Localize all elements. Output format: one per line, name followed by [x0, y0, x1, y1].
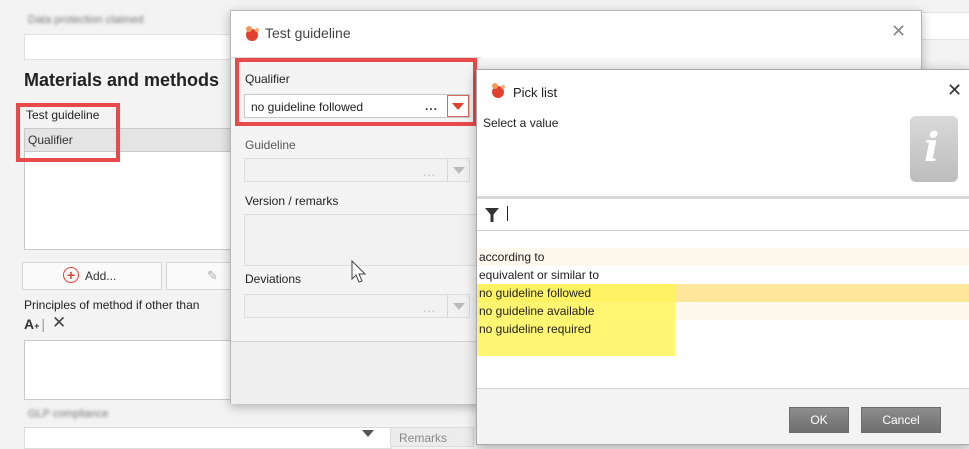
picklist-prompt: Select a value	[483, 116, 559, 130]
annotation-frame-table	[16, 103, 120, 162]
filter-input[interactable]	[507, 206, 947, 224]
app-logo-icon	[492, 83, 505, 98]
cancel-button[interactable]: Cancel	[861, 407, 941, 433]
text-caret	[507, 206, 508, 222]
principles-textarea[interactable]	[24, 340, 236, 400]
mouse-cursor-icon	[351, 260, 367, 283]
deviations-dropdown-button[interactable]	[447, 295, 469, 317]
add-button[interactable]: + Add...	[22, 262, 162, 290]
ok-button[interactable]: OK	[789, 407, 849, 433]
deviations-label: Deviations	[245, 272, 302, 286]
chevron-down-icon	[452, 302, 465, 310]
picklist-footer: OK Cancel	[477, 388, 969, 444]
text-format-icon[interactable]: A+ |	[24, 316, 47, 332]
picklist-title: Pick list	[513, 85, 558, 100]
principles-label: Principles of method if other than	[24, 298, 200, 312]
option-according-to[interactable]: according to	[479, 248, 544, 266]
add-button-label: Add...	[85, 269, 117, 283]
option-row-bg-0	[477, 248, 969, 266]
version-remarks-textarea[interactable]	[244, 214, 480, 266]
glp-label: GLP compliance	[28, 408, 109, 420]
dialog-titlebar: Test guideline ✕	[231, 11, 921, 57]
dialog-title: Test guideline	[265, 25, 351, 41]
option-no-guideline-available[interactable]: no guideline available	[479, 302, 594, 320]
dialog-close-icon[interactable]: ✕	[891, 21, 906, 42]
background-field-right[interactable]	[920, 12, 969, 40]
guideline-combo[interactable]: ...	[244, 158, 470, 182]
guideline-dropdown-button[interactable]	[447, 159, 469, 181]
data-protection-field[interactable]	[24, 34, 236, 60]
clear-icon[interactable]: ✕	[52, 313, 66, 333]
option-equivalent[interactable]: equivalent or similar to	[479, 266, 599, 284]
glp-select[interactable]	[24, 427, 392, 449]
option-no-guideline-followed[interactable]: no guideline followed	[479, 284, 591, 302]
guideline-more-button[interactable]: ...	[423, 165, 436, 179]
pencil-icon: ✎	[207, 268, 218, 283]
option-no-guideline-required[interactable]: no guideline required	[479, 320, 591, 338]
remarks-button[interactable]: Remarks	[390, 427, 474, 447]
app-logo-icon	[246, 26, 259, 41]
data-protection-label: Data protection claimed	[28, 14, 144, 26]
annotation-frame-qualifier	[235, 58, 477, 126]
deviations-more-button[interactable]: ...	[423, 301, 436, 315]
chevron-down-icon	[452, 166, 465, 174]
picklist-dialog: Pick list ✕ Select a value i according t…	[476, 69, 969, 445]
picklist-close-icon[interactable]: ✕	[947, 80, 962, 101]
add-circle-icon: +	[63, 267, 79, 283]
version-remarks-label: Version / remarks	[245, 194, 339, 208]
edit-button[interactable]: ✎	[166, 262, 234, 290]
guideline-label: Guideline	[245, 138, 296, 152]
section-title: Materials and methods	[24, 70, 220, 90]
deviations-combo[interactable]: ...	[244, 294, 470, 318]
info-icon: i	[910, 116, 958, 182]
filter-bar	[477, 200, 969, 231]
picklist-options: according to equivalent or similar to no…	[477, 246, 969, 386]
filter-icon[interactable]	[485, 208, 499, 222]
picklist-divider	[477, 196, 969, 199]
glp-dropdown-icon[interactable]	[362, 430, 374, 437]
